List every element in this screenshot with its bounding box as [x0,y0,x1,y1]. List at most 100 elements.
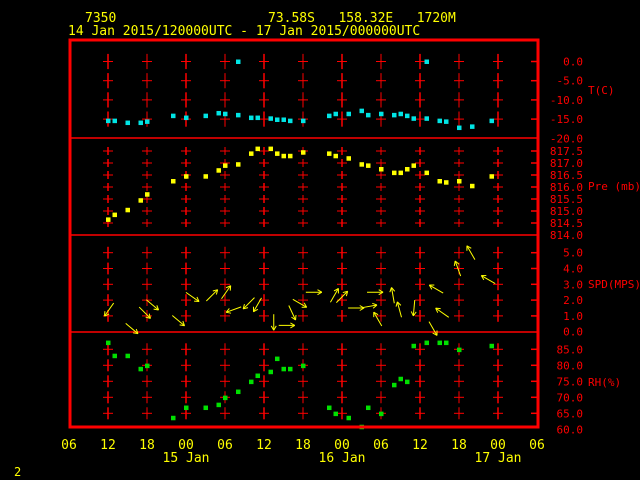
x-tick-label: 18 [139,438,155,453]
data-point [457,179,462,184]
y-tick-label: 814.0 [550,229,583,242]
data-point [145,119,150,124]
wind-arrow-shaft [205,289,219,302]
data-point [301,150,306,155]
x-tick-label: 18 [295,438,311,453]
data-point [236,162,241,167]
data-point [405,379,410,385]
data-point [268,116,273,121]
wind-arrow [171,315,186,327]
data-point [359,108,364,114]
wind-arrow [428,321,438,336]
panel-unit-label: RH(%) [588,376,621,389]
wind-arrow-head [389,287,392,293]
panel-unit-label: SPD(MPS) [588,278,640,291]
wind-arrow [435,307,450,318]
data-point [203,174,208,179]
data-point [489,174,494,179]
data-point [470,183,475,189]
y-tick-label: -5.0 [557,75,584,88]
data-point [138,366,143,372]
wind-arrow [138,306,151,319]
y-tick-label: 3.0 [563,278,583,291]
x-tick-label: 06 [373,438,389,453]
wind-arrow-shaft [145,299,159,311]
data-point [405,167,410,172]
x-tick-label: 12 [100,438,116,453]
data-point [424,59,429,64]
data-point [489,118,494,124]
data-point [301,363,306,369]
data-point [444,180,449,185]
data-point [398,170,403,176]
data-point [171,113,176,119]
x-date-label: 16 Jan [319,451,366,466]
data-point [437,179,442,184]
data-point [424,340,429,346]
y-tick-label: 80.0 [557,359,584,372]
data-point [288,118,293,124]
data-point [171,179,176,184]
data-point [255,373,260,379]
data-point [405,113,410,119]
y-tick-label: 60.0 [557,423,584,436]
wind-arrow-shaft [138,306,151,319]
x-tick-label: 06 [61,438,77,453]
data-point [379,411,384,417]
data-point [275,117,280,122]
data-point [203,405,208,411]
data-point [392,382,397,388]
y-tick-label: -20.0 [550,132,583,145]
data-point [398,111,403,117]
data-point [333,411,338,417]
data-point [379,167,384,172]
wind-arrow [145,299,160,311]
wind-arrow [395,301,402,318]
data-point [379,111,384,117]
data-point [106,340,111,346]
data-point [288,153,293,159]
data-point [327,405,332,411]
wind-arrow [361,302,378,309]
data-point [184,405,189,411]
y-tick-label: 4.0 [563,263,583,276]
y-tick-label: -10.0 [550,94,583,107]
data-point [470,124,475,129]
wind-arrow-head [410,311,414,317]
data-point [125,353,130,359]
data-point [366,163,371,168]
wind-arrow [253,297,262,313]
data-point [424,170,429,176]
data-point [268,369,273,375]
data-point [366,112,371,118]
wind-arrow-head [372,302,378,306]
wind-arrow-shaft [171,315,185,327]
data-point [138,198,143,203]
data-point [281,366,286,372]
x-tick-label: 12 [412,438,428,453]
meteogram-chart: 7350 73.58S 158.32E 1720M 14 Jan 2015/12… [14,11,640,479]
data-point [249,379,254,385]
wind-arrow [205,289,219,302]
data-point [223,111,228,117]
wind-arrow-head [226,311,232,314]
y-tick-label: 70.0 [557,391,584,404]
y-tick-label: 5.0 [563,247,583,260]
y-tick-label: 2.0 [563,294,583,307]
data-point [255,115,260,121]
data-point [444,340,449,346]
data-point [184,174,189,179]
data-point [223,395,228,401]
data-point [112,353,117,359]
y-tick-label: -15.0 [550,113,583,126]
data-point [398,376,403,382]
x-tick-label: 06 [217,438,233,453]
wind-arrow [103,302,115,317]
data-point [184,115,189,121]
wind-arrow [221,285,232,300]
data-point [203,113,208,119]
data-point [437,118,442,124]
y-tick-label: 0.0 [563,326,583,339]
wind-arrow [428,284,444,294]
wind-arrow [466,245,476,260]
